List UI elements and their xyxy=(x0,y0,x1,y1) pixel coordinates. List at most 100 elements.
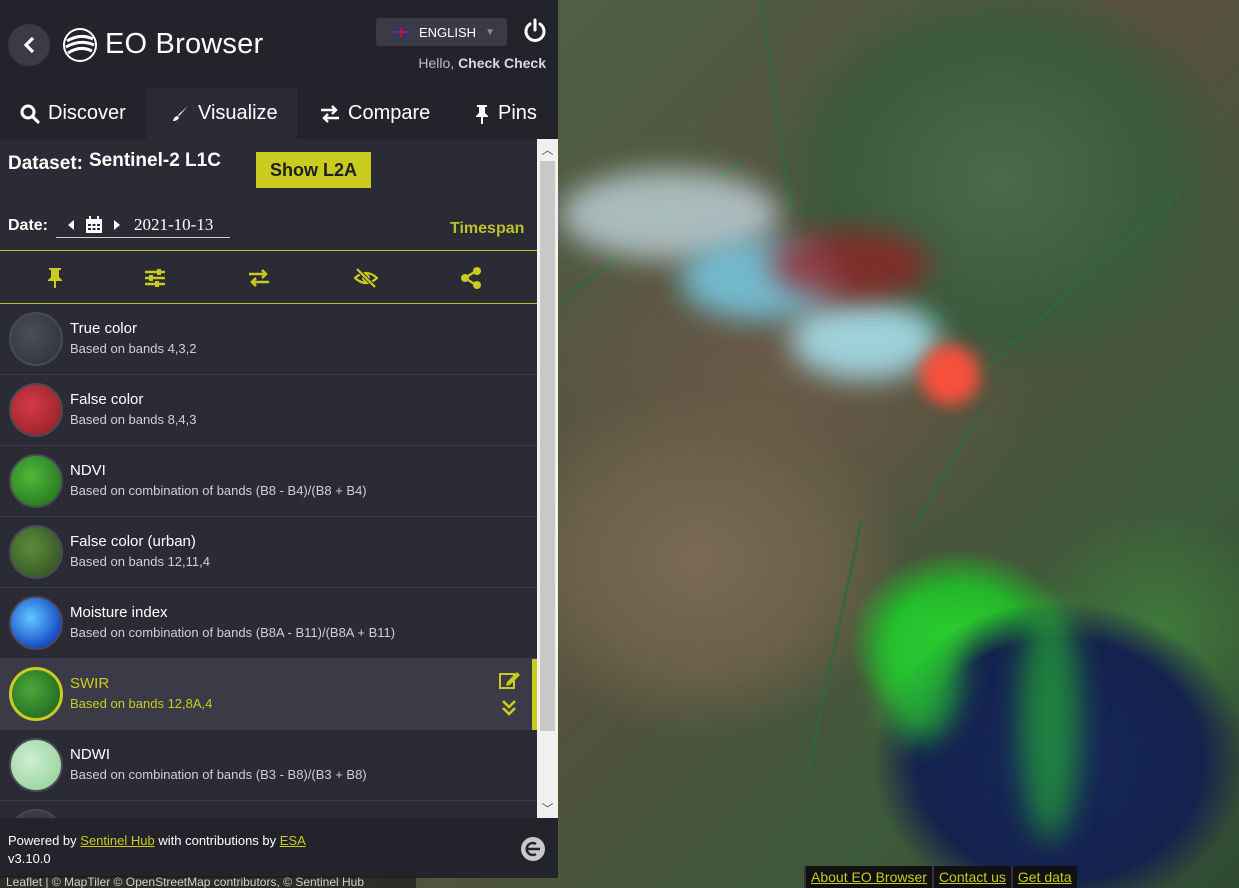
scroll-thumb[interactable] xyxy=(540,161,555,731)
burn-scar xyxy=(770,230,930,300)
eye-slash-icon[interactable] xyxy=(354,266,378,290)
layer-list-scrollbar[interactable]: ︿ ﹀ xyxy=(537,139,558,818)
show-l2a-button[interactable]: Show L2A xyxy=(256,152,371,188)
sentinel-hub-link[interactable]: Sentinel Hub xyxy=(80,833,154,848)
map-road xyxy=(975,187,1186,378)
map-road xyxy=(805,520,863,775)
tab-discover[interactable]: Discover xyxy=(20,88,126,139)
compare-icon xyxy=(321,104,339,123)
main-tabs: Discover Visualize Compare Pins xyxy=(0,88,558,139)
dataset-name: Sentinel-2 L1C xyxy=(88,150,221,171)
layer-description: Based on combination of bands (B8 - B4)/… xyxy=(70,483,367,498)
layer-description: Based on bands 12,8A,4 xyxy=(70,696,213,711)
layer-item-moisture-index[interactable]: Moisture index Based on combination of b… xyxy=(0,588,537,659)
tab-pins[interactable]: Pins xyxy=(474,88,537,139)
contributions-text: with contributions by xyxy=(158,833,277,848)
layer-name: NDWI xyxy=(70,746,110,763)
tab-visualize[interactable]: Visualize xyxy=(146,88,297,139)
eo-browser-logo-icon xyxy=(63,28,97,62)
user-greeting: Hello, Check Check xyxy=(418,55,546,71)
sentinel-hub-logo-icon[interactable] xyxy=(520,836,546,862)
layer-description: Based on combination of bands (B3 - B8)/… xyxy=(70,767,367,782)
layer-description: Based on combination of bands (B8A - B11… xyxy=(70,625,396,640)
layer-thumbnail xyxy=(9,596,63,650)
layer-thumbnail xyxy=(9,312,63,366)
timespan-link[interactable]: Timespan xyxy=(450,220,524,238)
layer-item-true-color[interactable]: True color Based on bands 4,3,2 xyxy=(0,304,537,375)
layer-name: SWIR xyxy=(70,675,110,692)
layer-item-partial[interactable] xyxy=(0,801,537,818)
layer-item-false-color-urban[interactable]: False color (urban) Based on bands 12,11… xyxy=(0,517,537,588)
layer-list: True color Based on bands 4,3,2 False co… xyxy=(0,304,537,818)
layer-name: False color (urban) xyxy=(70,533,196,550)
sidebar-panel: EO Browser ENGLISH ▼ Hello, Check Check … xyxy=(0,0,558,878)
powered-by-text: Powered by Sentinel Hub with contributio… xyxy=(8,833,306,848)
date-picker[interactable]: 2021-10-13 xyxy=(56,212,230,238)
dataset-row: Dataset: Sentinel-2 L1C xyxy=(8,150,221,175)
uk-flag-icon xyxy=(394,27,408,37)
pin-icon[interactable] xyxy=(43,266,67,290)
brush-icon xyxy=(173,105,188,121)
dataset-label: Dataset: xyxy=(8,153,83,174)
get-data-link[interactable]: Get data xyxy=(1010,866,1077,888)
tab-label: Visualize xyxy=(198,102,278,124)
caret-left-icon[interactable] xyxy=(64,218,78,232)
esa-link[interactable]: ESA xyxy=(280,833,306,848)
wetland xyxy=(880,600,960,740)
smoke-plume xyxy=(790,300,940,380)
caret-right-icon[interactable] xyxy=(110,218,124,232)
app-title: EO Browser xyxy=(105,28,264,60)
layer-item-ndvi[interactable]: NDVI Based on combination of bands (B8 -… xyxy=(0,446,537,517)
tab-label: Compare xyxy=(348,102,431,124)
layer-description: Based on bands 12,11,4 xyxy=(70,554,210,569)
layer-thumbnail xyxy=(9,738,63,792)
calendar-icon[interactable] xyxy=(84,215,104,235)
tab-label: Discover xyxy=(48,102,126,124)
layer-item-swir[interactable]: SWIR Based on bands 12,8A,4 xyxy=(0,659,537,730)
map-footer-links: About EO Browser Contact us Get data xyxy=(804,866,1077,888)
scroll-down-icon[interactable]: ﹀ xyxy=(537,798,558,818)
swap-icon[interactable] xyxy=(247,266,271,290)
layer-item-ndwi[interactable]: NDWI Based on combination of bands (B3 -… xyxy=(0,730,537,801)
contact-us-link[interactable]: Contact us xyxy=(931,866,1011,888)
layer-name: False color xyxy=(70,391,144,408)
logout-power-icon[interactable] xyxy=(522,18,548,44)
wetland xyxy=(1020,600,1080,840)
powered-prefix: Powered by xyxy=(8,833,77,848)
search-icon xyxy=(20,104,40,124)
tab-compare[interactable]: Compare xyxy=(320,88,430,139)
date-value[interactable]: 2021-10-13 xyxy=(134,215,213,235)
pin-icon xyxy=(476,104,488,124)
share-icon[interactable] xyxy=(459,266,483,290)
sidebar-footer: Powered by Sentinel Hub with contributio… xyxy=(0,818,558,878)
tab-label: Pins xyxy=(498,102,537,124)
fire-front xyxy=(920,345,980,405)
layer-thumbnail xyxy=(9,809,63,818)
layer-description: Based on bands 8,4,3 xyxy=(70,412,197,427)
edit-icon[interactable] xyxy=(499,670,521,690)
layer-thumbnail xyxy=(9,525,63,579)
chevron-down-icon: ▼ xyxy=(485,26,495,38)
language-select[interactable]: ENGLISH ▼ xyxy=(376,18,507,46)
layer-name: True color xyxy=(70,320,137,337)
map-road xyxy=(760,0,793,213)
language-label: ENGLISH xyxy=(419,24,477,40)
double-chevron-down-icon[interactable] xyxy=(501,699,517,717)
top-bar: EO Browser ENGLISH ▼ Hello, Check Check xyxy=(0,0,558,88)
sliders-icon[interactable] xyxy=(143,266,167,290)
date-label: Date: xyxy=(8,217,49,234)
layer-thumbnail xyxy=(9,667,63,721)
layer-thumbnail xyxy=(9,454,63,508)
layer-item-false-color[interactable]: False color Based on bands 8,4,3 xyxy=(0,375,537,446)
map-road xyxy=(910,410,983,533)
layer-description: Based on bands 4,3,2 xyxy=(70,341,197,356)
about-eo-browser-link[interactable]: About EO Browser xyxy=(804,866,932,888)
layer-toolbar xyxy=(0,250,537,304)
chevron-left-icon xyxy=(23,36,35,54)
layer-name: NDVI xyxy=(70,462,106,479)
scroll-up-icon[interactable]: ︿ xyxy=(537,139,558,159)
user-name[interactable]: Check Check xyxy=(458,55,546,71)
layer-thumbnail xyxy=(9,383,63,437)
back-button[interactable] xyxy=(8,24,50,66)
hello-prefix: Hello, xyxy=(418,55,455,71)
